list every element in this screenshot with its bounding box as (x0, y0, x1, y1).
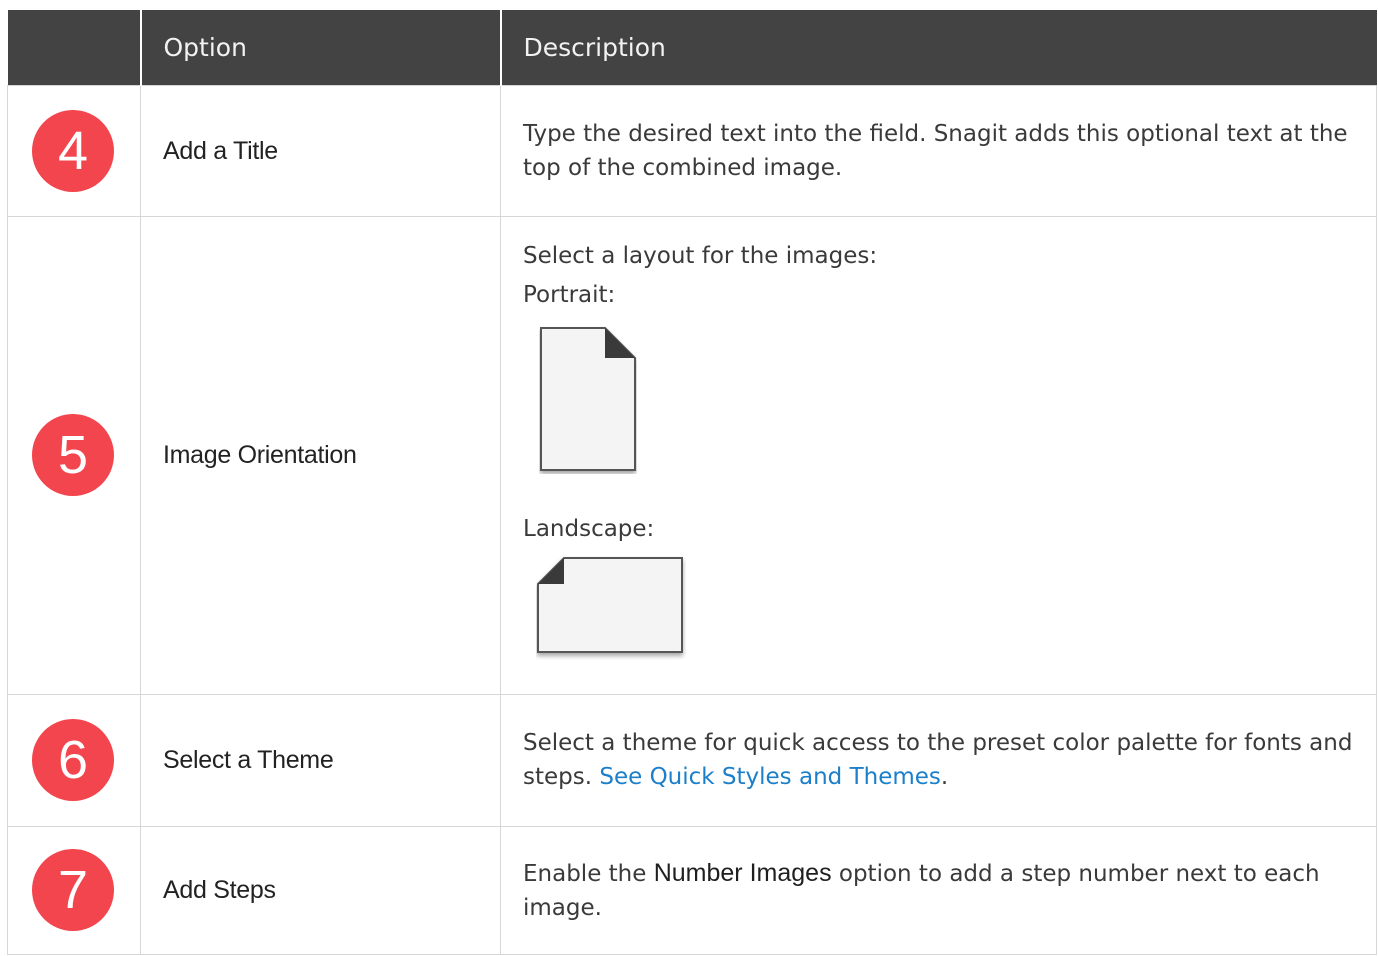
landscape-page-icon (537, 556, 683, 653)
portrait-page-icon (540, 326, 636, 471)
step-cell: 5 (7, 215, 141, 695)
step-badge-4: 4 (32, 109, 114, 192)
quick-styles-themes-link[interactable]: See Quick Styles and Themes (599, 764, 941, 790)
option-description: Select a layout for the images: Portrait… (500, 215, 1377, 695)
step-badge-5: 5 (32, 414, 114, 496)
header-option: Option (139, 10, 501, 85)
table-row-add-title: 4 Add a Title Type the desired text into… (7, 84, 1377, 217)
portrait-label: Portrait: (523, 281, 616, 308)
option-description: Enable the Number Images option to add a… (500, 825, 1377, 955)
header-number (7, 10, 141, 85)
option-name: Image Orientation (140, 215, 501, 695)
table-header-row: Option Description (7, 10, 1377, 85)
step-cell: 7 (7, 825, 141, 955)
step-badge-6: 6 (32, 719, 114, 801)
orientation-intro: Select a layout for the images: (523, 242, 878, 269)
table-row-select-theme: 6 Select a Theme Select a theme for quic… (7, 693, 1377, 827)
step-cell: 4 (7, 84, 141, 217)
description-end: . (940, 764, 949, 790)
header-description: Description (499, 10, 1377, 85)
step-cell: 6 (7, 693, 141, 827)
options-table: Option Description 4 Add a Title Type th… (7, 10, 1377, 955)
option-name: Add Steps (140, 825, 501, 955)
landscape-label: Landscape: (523, 515, 655, 542)
option-description: Select a theme for quick access to the p… (500, 693, 1377, 827)
table-row-image-orientation: 5 Image Orientation Select a layout for … (7, 215, 1377, 695)
step-badge-7: 7 (32, 849, 114, 931)
description-text: Enable the (523, 860, 654, 887)
table-row-add-steps: 7 Add Steps Enable the Number Images opt… (7, 825, 1377, 955)
option-name: Add a Title (140, 84, 501, 217)
option-description: Type the desired text into the field. Sn… (500, 84, 1377, 217)
option-name: Select a Theme (140, 693, 501, 827)
number-images-option-name: Number Images (653, 858, 832, 887)
